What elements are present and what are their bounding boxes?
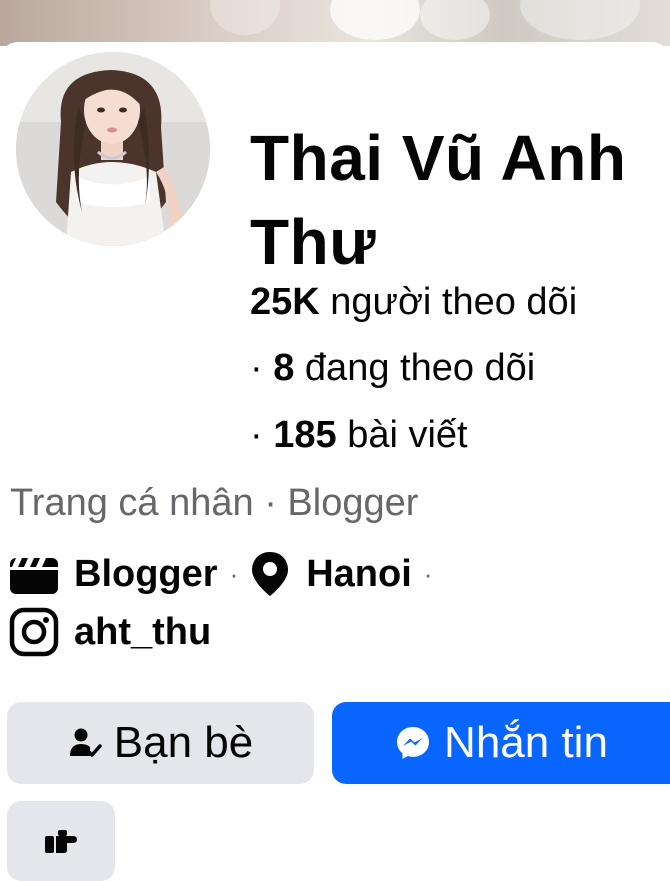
- person-check-icon: [68, 726, 102, 760]
- posts-bullet: ·: [250, 414, 263, 456]
- following-stat[interactable]: · 8 đang theo dõi: [250, 344, 535, 392]
- posts-stat[interactable]: · 185 bài viết: [250, 411, 468, 459]
- friends-button-label: Bạn bè: [113, 718, 254, 767]
- work-link[interactable]: Blogger: [74, 553, 218, 596]
- followers-label: người theo dõi: [330, 281, 578, 323]
- profile-category: Trang cá nhân · Blogger: [10, 482, 419, 524]
- following-bullet: ·: [250, 347, 263, 389]
- detail-separator: ·: [229, 558, 239, 589]
- instagram-icon: [8, 606, 60, 658]
- clapperboard-icon: [8, 552, 60, 596]
- poke-button[interactable]: [7, 801, 115, 881]
- messenger-icon: [394, 724, 432, 762]
- posts-count: 185: [273, 414, 337, 456]
- profile-name: Thai Vũ Anh Thư: [250, 122, 627, 278]
- poke-hand-icon: [43, 827, 79, 855]
- avatar-photo: [16, 52, 210, 246]
- detail-separator: ·: [423, 558, 433, 589]
- posts-label: bài viết: [347, 414, 468, 456]
- message-button-label: Nhắn tin: [444, 718, 608, 767]
- instagram-row[interactable]: aht_thu: [8, 606, 211, 658]
- following-count: 8: [273, 347, 295, 389]
- location-link[interactable]: Hanoi: [306, 553, 412, 596]
- cover-photo[interactable]: [0, 0, 670, 46]
- following-label: đang theo dõi: [304, 347, 536, 389]
- profile-card: Thai Vũ Anh Thư 25K người theo dõi · 8 đ…: [0, 42, 670, 881]
- instagram-handle[interactable]: aht_thu: [74, 611, 211, 654]
- message-button[interactable]: Nhắn tin: [332, 702, 670, 784]
- profile-avatar[interactable]: [10, 46, 216, 252]
- friends-button[interactable]: Bạn bè: [7, 702, 314, 784]
- followers-count: 25K: [250, 281, 320, 323]
- followers-stat[interactable]: 25K người theo dõi: [250, 278, 577, 326]
- map-pin-icon: [250, 550, 290, 598]
- profile-details-row: Blogger · Hanoi ·: [8, 550, 444, 598]
